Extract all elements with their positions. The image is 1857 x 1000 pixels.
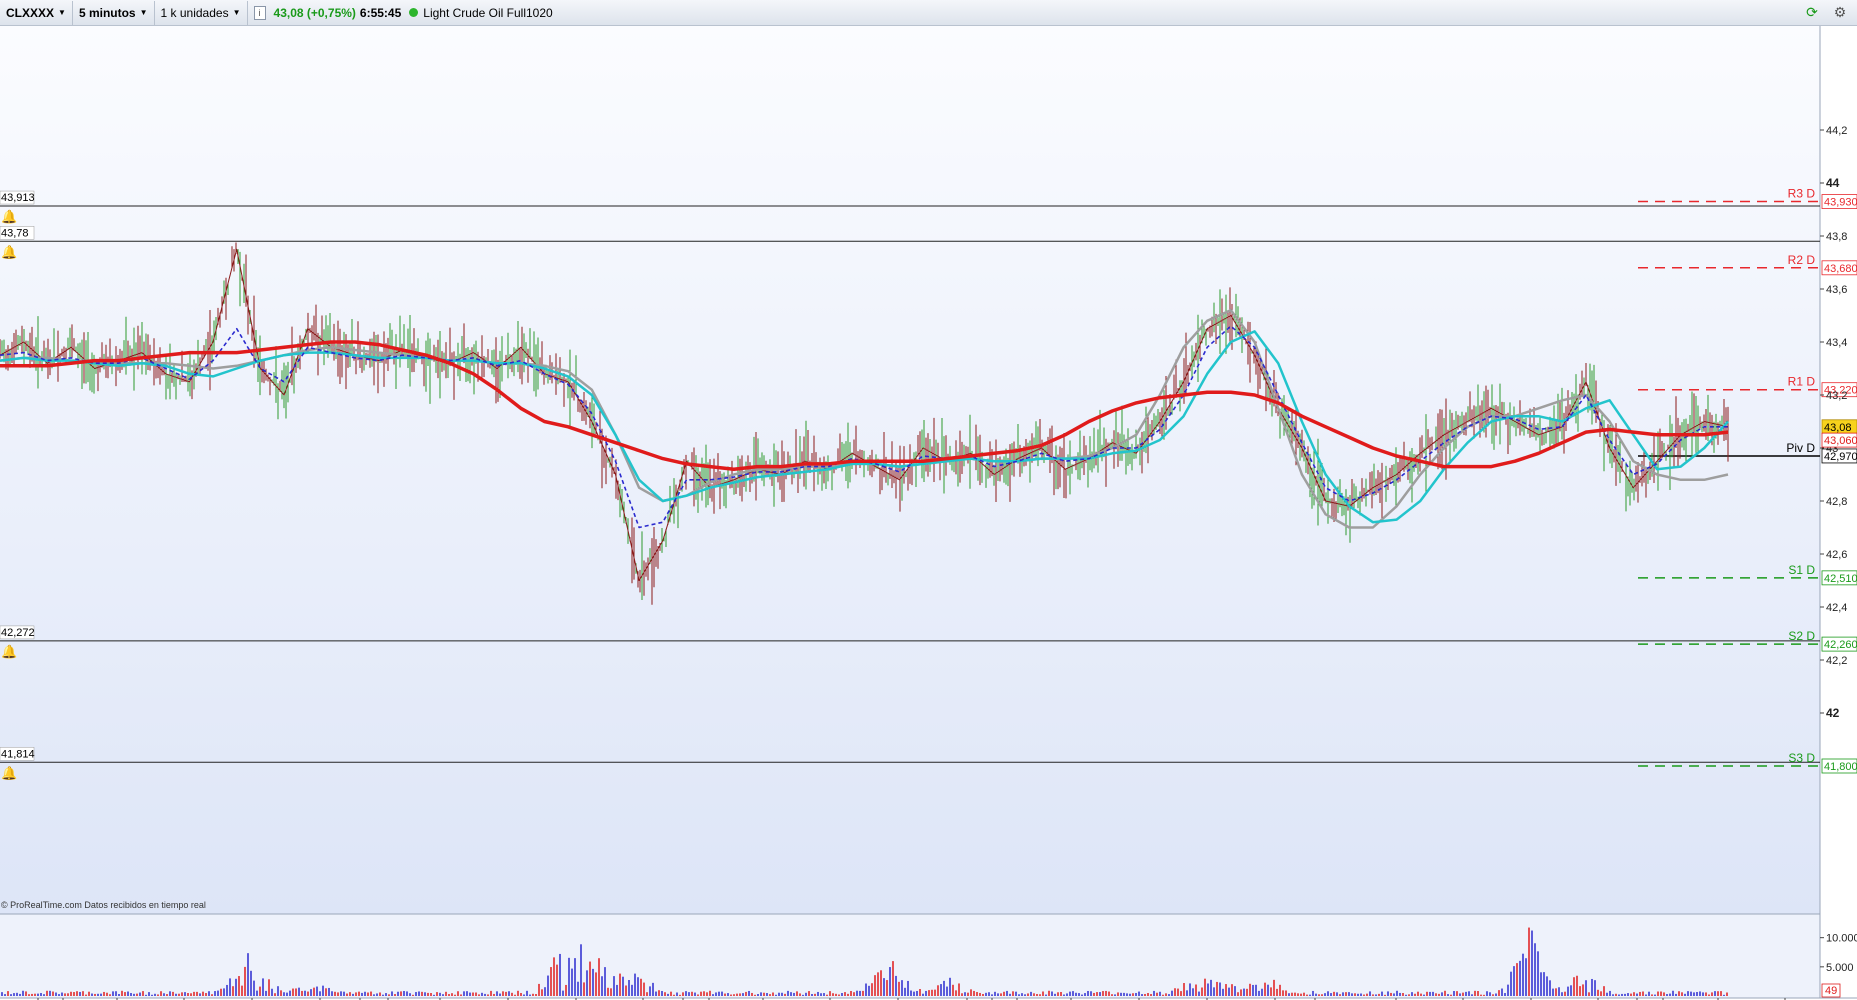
pivot-name: Piv D (1786, 441, 1815, 455)
alert-price-label: 41,814 (1, 748, 35, 760)
volume-tick-label: 10.000 (1826, 933, 1857, 945)
quote-info: i 43,08 (+0,75%) 6:55:45 Light Crude Oil… (248, 5, 559, 20)
alert-price-label: 42,272 (1, 627, 35, 639)
realtime-status-icon (409, 8, 419, 17)
chevron-down-icon: ▼ (58, 8, 66, 17)
ma-price-label: 43,060 (1824, 435, 1857, 447)
pivot-name: S3 D (1788, 751, 1815, 765)
price-tick-label: 42,2 (1826, 655, 1847, 667)
settings-icon[interactable]: ⚙ (1831, 3, 1849, 21)
units-label: 1 k unidades (160, 5, 229, 20)
alert-price-label: 43,913 (1, 192, 35, 204)
bell-icon[interactable]: 🔔 (1, 244, 17, 259)
price-tick-label: 43,4 (1826, 337, 1847, 349)
volume-tick-label: 5.000 (1826, 962, 1854, 974)
pivot-name: S1 D (1788, 563, 1815, 577)
pivot-price: 41,800 (1824, 761, 1857, 773)
timeframe-label: 5 minutos (78, 5, 136, 20)
last-price: 43,08 (+0,75%) (273, 5, 356, 20)
price-tick-label: 43,2 (1826, 390, 1847, 402)
chevron-down-icon: ▼ (232, 8, 241, 17)
pivot-name: R3 D (1788, 187, 1816, 201)
info-icon[interactable]: i (253, 5, 266, 20)
pivot-price: 43,930 (1824, 197, 1857, 209)
price-tick-label: 42 (1826, 706, 1840, 720)
pivot-price: 42,260 (1824, 639, 1857, 651)
instrument-label: CLXXXX (6, 5, 55, 20)
price-tick-label: 43,6 (1826, 284, 1847, 296)
pivot-name: S2 D (1788, 629, 1815, 643)
price-tick-label: 44,2 (1826, 125, 1847, 137)
bell-icon[interactable]: 🔔 (1, 209, 17, 224)
instrument-title: Light Crude Oil Full1020 (423, 5, 553, 20)
price-tick-label: 44 (1826, 176, 1840, 190)
chart-toolbar: CLXXXX ▼ 5 minutos ▼ 1 k unidades ▼ i 43… (0, 0, 1857, 26)
axis-price-badges: 43,0843,060 (1821, 419, 1857, 448)
chevron-down-icon: ▼ (139, 8, 148, 17)
units-selector[interactable]: 1 k unidades ▼ (155, 0, 248, 25)
price-tick-label: 42,8 (1826, 496, 1847, 508)
pivot-price: 42,510 (1824, 573, 1857, 585)
price-chart[interactable]: 43,913 🔔 43,78 🔔 42,272 🔔 41,814 🔔 R3 D 43,930 R2… (0, 26, 1857, 1000)
price-tick-label: 43,8 (1826, 231, 1847, 243)
instrument-selector[interactable]: CLXXXX ▼ (0, 0, 73, 25)
price-tick-label: 42,4 (1826, 602, 1847, 614)
current-price-label: 43,08 (1824, 422, 1852, 434)
timeframe-selector[interactable]: 5 minutos ▼ (73, 0, 155, 25)
copyright-text: © ProRealTime.com Datos recibidos en tie… (1, 900, 206, 910)
pivot-name: R1 D (1788, 375, 1816, 389)
quote-time: 6:55:45 (359, 5, 402, 20)
refresh-icon[interactable]: ⟳ (1803, 3, 1821, 21)
pivot-price: 43,680 (1824, 263, 1857, 275)
bell-icon[interactable]: 🔔 (1, 765, 17, 780)
bell-icon[interactable]: 🔔 (1, 644, 17, 659)
toolbar-right: ⟳ ⚙ (1803, 3, 1849, 21)
volume-current-label: 49 (1825, 985, 1837, 997)
price-axis (1820, 26, 1857, 1000)
pivot-name: R2 D (1788, 253, 1816, 267)
price-tick-label: 42,6 (1826, 549, 1847, 561)
alert-price-label: 43,78 (1, 227, 29, 239)
